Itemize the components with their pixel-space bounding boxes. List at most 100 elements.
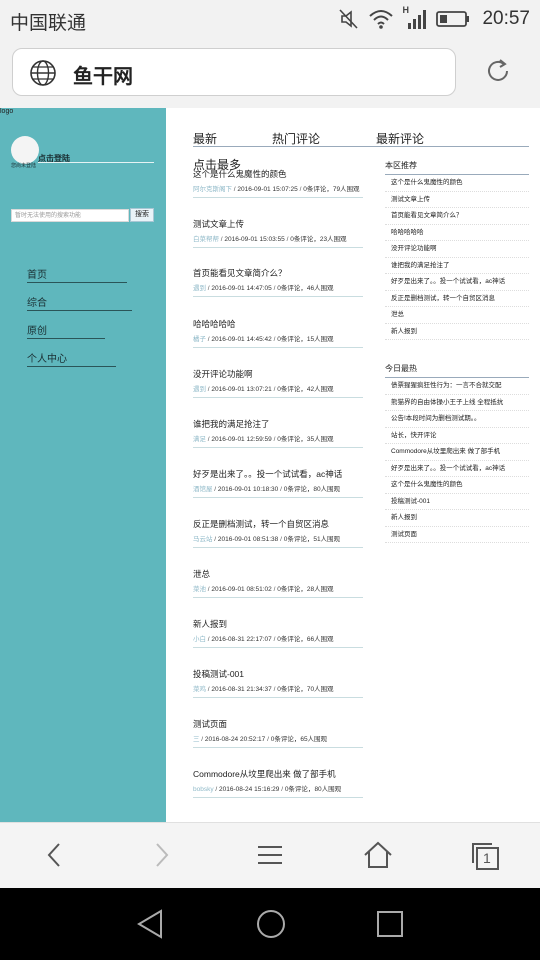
refresh-icon[interactable]	[484, 57, 512, 90]
system-back-icon[interactable]	[136, 908, 164, 945]
article-title[interactable]: 反正是删档测试，转一个自贸区消息	[193, 519, 363, 530]
hot-today-panel: 今日最热 债票猩猩疯狂性行为：一言不合就交配 熊猫界的自由体操小王子上线 全程抵抗…	[385, 363, 529, 543]
article-item[interactable]: 反正是删档测试，转一个自贸区消息 马云站 / 2016-09-01 08:51:3…	[193, 519, 363, 548]
article-item[interactable]: 没开评论功能啊 遇到 / 2016-09-01 13:07:21 / 0条评论，4…	[193, 369, 363, 398]
article-item[interactable]: 测试文章上传 白菜帮帮 / 2016-09-01 15:03:55 / 0条评论，…	[193, 219, 363, 248]
recommend-item[interactable]: 测试文章上传	[385, 192, 529, 208]
article-title[interactable]: 测试文章上传	[193, 219, 363, 230]
nav-home[interactable]: 首页	[27, 266, 127, 283]
tab-count: 1	[483, 850, 491, 866]
avatar[interactable]	[11, 136, 39, 164]
hot-today-item[interactable]: 熊猫界的自由体操小王子上线 全程抵抗	[385, 395, 529, 411]
main-content: 最新 热门评论 最新评论 点击最多 这个是什么鬼魔性的颜色 阿尔克斯阁下 / 20…	[166, 108, 540, 822]
article-item[interactable]: 泄总菜池 / 2016-09-01 08:51:02 / 0条评论，28人围观	[193, 569, 363, 598]
system-recents-icon[interactable]	[376, 908, 404, 945]
status-bar: 中国联通 H 20:57	[0, 0, 540, 38]
article-item[interactable]: 哈哈哈哈哈 橘子 / 2016-09-01 14:45:42 / 0条评论，15人…	[193, 319, 363, 348]
search-input[interactable]: 暂时无法使用的搜索功能	[11, 209, 129, 222]
hot-today-item[interactable]: Commodore从坟里爬出来 做了部手机	[385, 444, 529, 461]
article-title[interactable]: 测试页面	[193, 719, 363, 730]
article-item[interactable]: 首页能看见文章简介么？ 遇到 / 2016-09-01 14:47:05 / 0条…	[193, 268, 363, 297]
article-item[interactable]: 测试页面三 / 2016-08-24 20:52:17 / 0条评论，65人围观	[193, 719, 363, 748]
system-home-icon[interactable]	[255, 908, 287, 945]
recommend-item[interactable]: 谁把我的满足抢注了	[385, 258, 529, 274]
article-author[interactable]: 阿尔克斯阁下	[193, 186, 232, 193]
hot-today-item[interactable]: 这个是什么鬼魔性的颜色	[385, 477, 529, 494]
article-item[interactable]: 新人报到 小白 / 2016-08-31 22:17:07 / 0条评论，66人围…	[193, 619, 363, 648]
mute-icon	[338, 8, 360, 30]
article-item[interactable]: Commodore从坟里爬出来 做了部手机 bobsky / 2016-08-24…	[193, 769, 363, 798]
logo[interactable]: logo	[0, 108, 13, 115]
article-author[interactable]: 白菜帮帮	[193, 236, 219, 243]
tab-latest-comments[interactable]: 最新评论	[376, 130, 424, 147]
hot-today-item[interactable]: 公告!本段时间为删档测试期。。	[385, 411, 529, 428]
nav-original[interactable]: 原创	[27, 322, 105, 339]
article-title[interactable]: 泄总	[193, 569, 363, 580]
article-meta: 满足 / 2016-09-01 12:59:59 / 0条评论，35人围观	[193, 435, 363, 447]
forward-icon[interactable]	[148, 841, 174, 874]
article-title[interactable]: Commodore从坟里爬出来 做了部手机	[193, 769, 363, 780]
article-item[interactable]: 投稿测试-001 菜鸡 / 2016-08-31 21:34:37 / 0条评论，…	[193, 669, 363, 698]
hot-today-item[interactable]: 新人报到	[385, 510, 529, 527]
article-date: 2016-09-01 10:18:30	[217, 486, 279, 493]
article-author[interactable]: 小白	[193, 636, 206, 643]
article-title[interactable]: 没开评论功能啊	[193, 369, 363, 380]
web-page: logo 点击登陆 您尚未登陆 暂时无法使用的搜索功能 搜索 首页 综合 原创 …	[0, 108, 540, 822]
recommend-item[interactable]: 反正是删档测试，转一个自贸区消息	[385, 291, 529, 307]
article-views: 79人围观	[332, 186, 360, 193]
article-author[interactable]: bobsky	[193, 786, 214, 793]
article-comments: 0条评论，	[290, 236, 320, 243]
back-icon[interactable]	[42, 841, 68, 874]
article-author[interactable]: 满足	[193, 436, 206, 443]
tab-latest[interactable]: 最新	[193, 130, 217, 147]
search-button[interactable]: 搜索	[130, 208, 154, 222]
article-title[interactable]: 新人报到	[193, 619, 363, 630]
nav-general[interactable]: 综合	[27, 294, 132, 311]
article-comments: 0条评论，	[270, 736, 301, 743]
article-author[interactable]: 遇到	[193, 285, 206, 292]
article-meta: 菜池 / 2016-09-01 08:51:02 / 0条评论，28人围观	[193, 585, 363, 597]
article-title[interactable]: 谁把我的满足抢注了	[193, 419, 363, 430]
recommend-item[interactable]: 这个是什么鬼魔性的颜色	[385, 175, 529, 192]
tab-hot-comments[interactable]: 热门评论	[272, 130, 320, 147]
recommend-panel: 本区推荐 这个是什么鬼魔性的颜色 测试文章上传 首页能看见文章简介么？ 哈哈哈哈哈 没开…	[385, 160, 529, 340]
hot-today-item[interactable]: 测试页面	[385, 527, 529, 543]
recommend-item[interactable]: 好歹是出来了。。投一个试试看，ac神话	[385, 274, 529, 291]
article-author[interactable]: 酒馆屋	[193, 486, 213, 493]
browser-toolbar: 鱼干网	[0, 38, 540, 108]
article-item[interactable]: 谁把我的满足抢注了 满足 / 2016-09-01 12:59:59 / 0条评论…	[193, 419, 363, 448]
article-author[interactable]: 菜池	[193, 586, 206, 593]
recommend-item[interactable]: 新人报到	[385, 324, 529, 340]
recommend-item[interactable]: 泄总	[385, 307, 529, 324]
battery-icon	[436, 10, 470, 28]
article-views: 80人围观	[314, 786, 342, 793]
article-title[interactable]: 首页能看见文章简介么？	[193, 268, 363, 279]
address-bar[interactable]: 鱼干网	[12, 48, 456, 96]
hot-today-item[interactable]: 好歹是出来了。。投一个试试看，ac神话	[385, 461, 529, 477]
home-icon[interactable]	[362, 841, 394, 874]
hot-today-item[interactable]: 投稿测试-001	[385, 494, 529, 510]
recommend-item[interactable]: 没开评论功能啊	[385, 241, 529, 258]
hot-today-item[interactable]: 站长，快开评论	[385, 428, 529, 444]
recommend-item[interactable]: 首页能看见文章简介么？	[385, 208, 529, 225]
hot-today-item[interactable]: 债票猩猩疯狂性行为：一言不合就交配	[385, 378, 529, 395]
article-title[interactable]: 哈哈哈哈哈	[193, 319, 363, 330]
menu-icon[interactable]	[256, 841, 284, 874]
article-item[interactable]: 这个是什么鬼魔性的颜色 阿尔克斯阁下 / 2016-09-01 15:07:25 …	[193, 169, 363, 198]
carrier-name: 中国联通	[10, 13, 87, 34]
page-title: 鱼干网	[73, 66, 133, 88]
article-author[interactable]: 遇到	[193, 386, 206, 393]
article-author[interactable]: 橘子	[193, 336, 206, 343]
article-title[interactable]: 投稿测试-001	[193, 669, 363, 680]
nav-profile[interactable]: 个人中心	[27, 350, 116, 367]
article-item[interactable]: 好歹是出来了。。投一个试试看，ac神话 酒馆屋 / 2016-09-01 10:1…	[193, 469, 363, 498]
article-meta: bobsky / 2016-08-24 15:16:29 / 0条评论，80人围…	[193, 785, 363, 797]
article-author[interactable]: 菜鸡	[193, 686, 206, 693]
article-title[interactable]: 好歹是出来了。。投一个试试看，ac神话	[193, 469, 363, 480]
article-title[interactable]: 这个是什么鬼魔性的颜色	[193, 169, 363, 180]
recommend-item[interactable]: 哈哈哈哈哈	[385, 225, 529, 241]
article-views: 70人围观	[306, 686, 334, 693]
wifi-icon	[368, 8, 394, 30]
tabs-icon[interactable]: 1	[470, 841, 502, 876]
article-author[interactable]: 马云站	[193, 536, 213, 543]
